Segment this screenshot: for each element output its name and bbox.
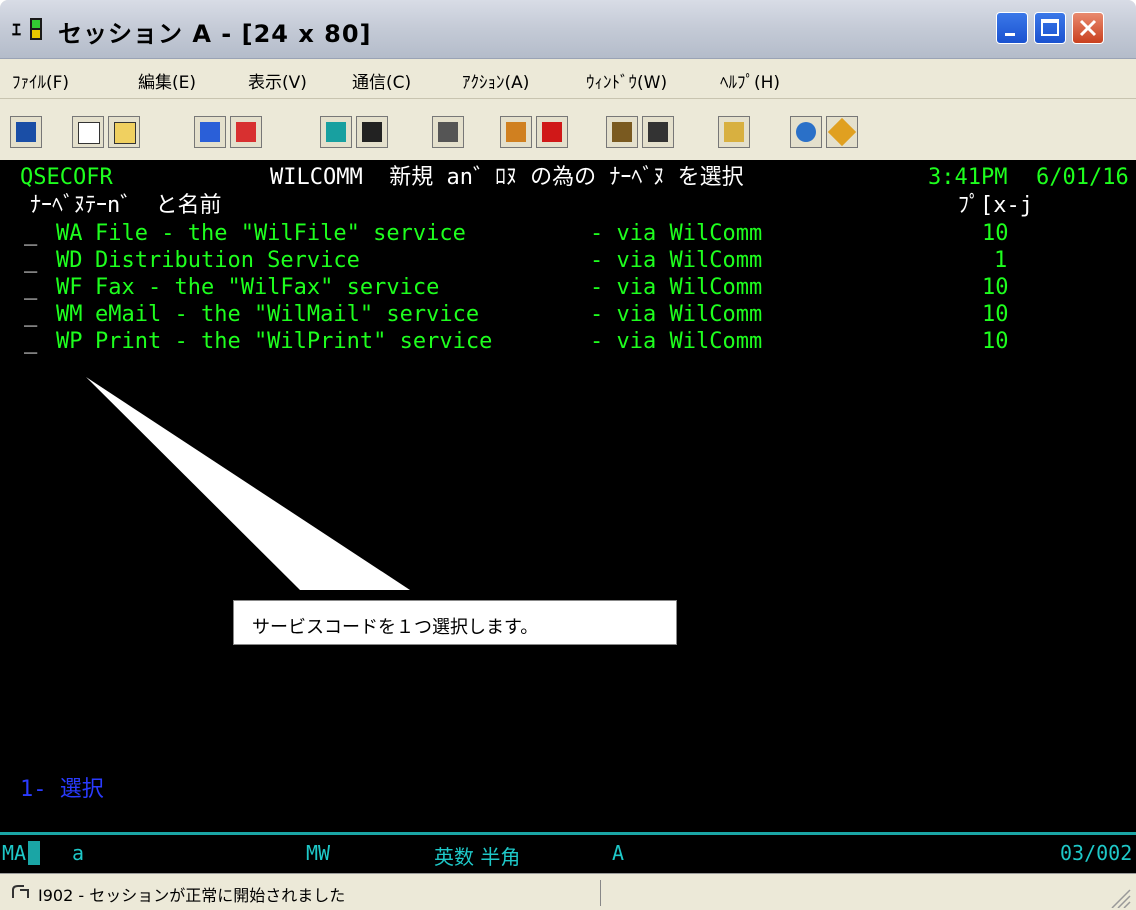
- callout-box: サービスコードを１つ選択します。: [233, 600, 677, 645]
- callout-pointer: [86, 377, 410, 590]
- callout-text: サービスコードを１つ選択します。: [252, 617, 539, 638]
